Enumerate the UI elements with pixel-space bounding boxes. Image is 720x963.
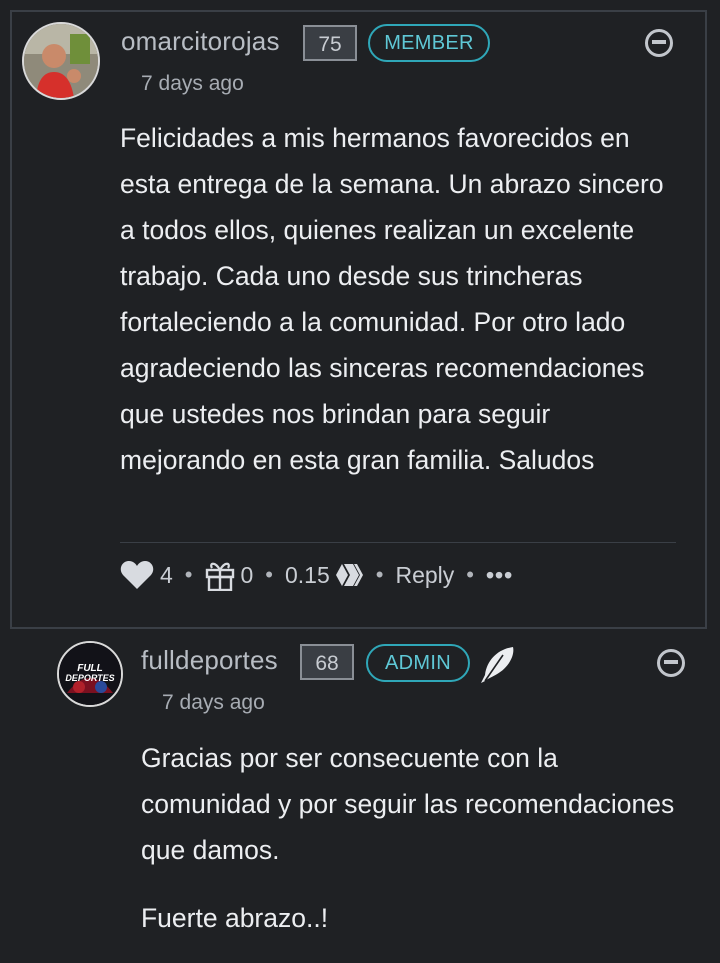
comment-author[interactable]: omarcitorojas [121, 26, 280, 57]
reply-button[interactable]: Reply [395, 562, 454, 589]
reply-paragraph: Fuerte abrazo..! [141, 903, 329, 933]
svg-text:DEPORTES: DEPORTES [65, 673, 114, 683]
reply-paragraph: Gracias por ser consecuente con la comun… [141, 743, 675, 865]
avatar[interactable]: FULL DEPORTES [57, 641, 123, 707]
reply-body: Gracias por ser consecuente con la comun… [141, 735, 681, 963]
role-badge: ADMIN [366, 644, 470, 682]
gift-icon[interactable] [205, 559, 235, 591]
avatar[interactable] [22, 22, 100, 100]
reply-author[interactable]: fulldeportes [141, 645, 278, 676]
comment-timestamp[interactable]: 7 days ago [141, 72, 244, 96]
heart-icon[interactable] [120, 560, 154, 590]
reply-timestamp[interactable]: 7 days ago [162, 691, 265, 715]
comment-actions: 4 • 0 • 0.15 • Reply • ••• [120, 555, 513, 595]
feather-icon [477, 645, 517, 685]
more-options-button[interactable]: ••• [486, 562, 513, 589]
separator: • [466, 562, 474, 587]
collapse-icon[interactable] [645, 29, 673, 57]
collapse-icon[interactable] [657, 649, 685, 677]
separator: • [265, 562, 273, 587]
comment-body: Felicidades a mis hermanos favorecidos e… [120, 123, 664, 475]
reputation-badge: 68 [300, 644, 354, 680]
separator: • [375, 562, 384, 587]
gifts-count[interactable]: 0 [241, 562, 254, 589]
role-badge: MEMBER [368, 24, 490, 62]
hive-icon [334, 562, 364, 588]
divider [120, 542, 676, 543]
reputation-badge: 75 [303, 25, 357, 61]
payout-value[interactable]: 0.15 [285, 562, 330, 589]
votes-count[interactable]: 4 [160, 562, 173, 589]
separator: • [184, 562, 193, 587]
